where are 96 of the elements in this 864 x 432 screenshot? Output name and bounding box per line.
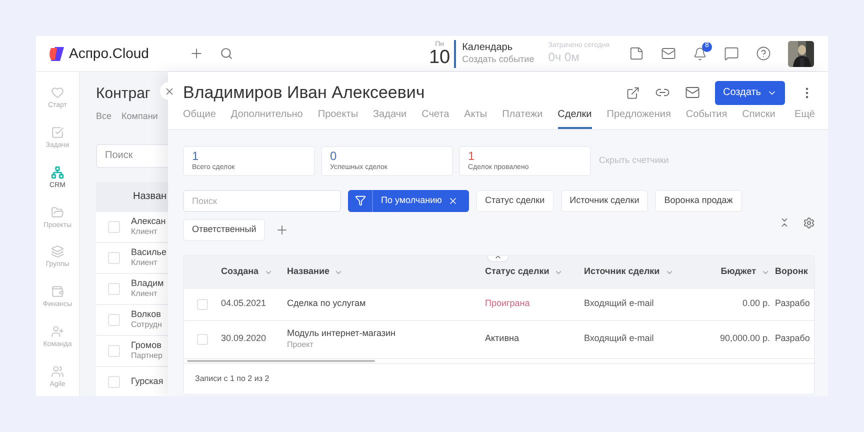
table-cell-text: Входящий e-mail bbox=[584, 297, 655, 310]
filter-button[interactable]: Статус сделки bbox=[476, 190, 554, 212]
card-tab[interactable]: События bbox=[686, 106, 728, 128]
row-checkbox[interactable] bbox=[108, 376, 120, 388]
row-checkbox[interactable] bbox=[108, 344, 120, 356]
table-cell-text: Входящий e-mail bbox=[584, 332, 655, 346]
counter-value: 1 bbox=[192, 148, 200, 164]
sidebar-item-icon bbox=[51, 324, 64, 338]
open-external-icon[interactable] bbox=[626, 86, 640, 100]
sidebar-item-icon bbox=[51, 364, 64, 378]
day-number: 10 bbox=[428, 48, 450, 66]
column-header[interactable]: Статус сделки bbox=[485, 265, 564, 279]
contact-name[interactable]: Волков bbox=[131, 308, 162, 320]
contact-type: Клиент bbox=[131, 289, 158, 300]
search-button[interactable] bbox=[220, 47, 233, 60]
table-cell-text: Разрабо bbox=[774, 332, 811, 346]
sidebar-item-icon bbox=[51, 285, 64, 298]
card-tab[interactable]: Общие bbox=[183, 106, 216, 128]
counter-value: 1 bbox=[468, 148, 476, 164]
contact-type: Клиент bbox=[131, 258, 158, 268]
add-button[interactable] bbox=[188, 46, 204, 61]
sidebar-item-icon bbox=[51, 166, 64, 179]
card-tab[interactable]: Задачи bbox=[373, 106, 407, 128]
table-cell-text: 0.00 р. bbox=[741, 297, 770, 310]
logo-text: Аспро.Cloud bbox=[69, 44, 149, 63]
create-event-link[interactable]: Создать событие bbox=[462, 54, 534, 66]
column-header[interactable]: Источник сделки bbox=[584, 265, 674, 279]
card-tab[interactable]: Платежи bbox=[502, 106, 543, 128]
table-cell-text: 30.09.2020 bbox=[221, 332, 268, 346]
scrollbar[interactable] bbox=[187, 360, 375, 362]
sidebar-item-icon bbox=[51, 245, 64, 258]
contact-name[interactable]: Гурская bbox=[131, 376, 164, 388]
row-checkbox[interactable] bbox=[108, 314, 120, 326]
card-tab[interactable]: Списки bbox=[742, 106, 776, 128]
table-cell-text: Разрабо bbox=[774, 297, 811, 310]
search-field[interactable]: Поиск bbox=[183, 190, 341, 212]
deal-status: Активна bbox=[485, 332, 520, 346]
row-checkbox[interactable] bbox=[197, 334, 208, 344]
contact-name[interactable]: Громов bbox=[131, 340, 162, 352]
clear-filter-icon bbox=[448, 196, 458, 206]
logo-icon bbox=[48, 46, 64, 60]
page-tab[interactable]: Все bbox=[96, 110, 112, 124]
create-button[interactable]: Создать bbox=[715, 80, 785, 105]
notes-icon[interactable] bbox=[629, 46, 644, 61]
row-checkbox[interactable] bbox=[108, 282, 120, 294]
sidebar-item-icon bbox=[51, 86, 64, 100]
counter-value: 0 bbox=[330, 148, 338, 164]
contact-name[interactable]: Василье bbox=[131, 246, 166, 258]
deal-name[interactable]: Сделка по услугам bbox=[287, 298, 485, 310]
deal-subtitle: Проект bbox=[287, 340, 314, 350]
filter-button[interactable]: Ответственный bbox=[183, 218, 266, 240]
contact-type: Партнер bbox=[131, 351, 162, 362]
mail-icon[interactable] bbox=[661, 46, 676, 61]
help-icon[interactable] bbox=[756, 46, 771, 61]
card-tab[interactable]: Дополнительно bbox=[230, 106, 303, 128]
contact-name[interactable]: Алексан bbox=[131, 216, 166, 228]
deal-name[interactable]: Модуль интернет-магазин bbox=[287, 328, 485, 340]
close-icon bbox=[164, 86, 174, 96]
contact-type: Клиент bbox=[131, 227, 158, 238]
contact-type: Сотрудн bbox=[131, 320, 162, 330]
row-checkbox[interactable] bbox=[108, 220, 120, 232]
filter-button[interactable]: Воронка продаж bbox=[655, 190, 742, 212]
settings-icon[interactable] bbox=[803, 216, 815, 228]
more-tab[interactable]: Ещё bbox=[794, 106, 815, 128]
calendar-title[interactable]: Календарь bbox=[462, 42, 534, 54]
page-tab[interactable]: Компани bbox=[122, 110, 158, 124]
filter-icon bbox=[354, 195, 366, 206]
add-filter-icon[interactable] bbox=[275, 222, 290, 236]
mail-icon[interactable] bbox=[685, 85, 700, 100]
sidebar-item-icon bbox=[51, 206, 64, 219]
column-header: Назван bbox=[133, 190, 167, 204]
page-title: Контраг bbox=[96, 84, 150, 104]
deal-status: Проиграна bbox=[485, 297, 531, 310]
records-count: Записи с 1 по 2 из 2 bbox=[195, 372, 270, 384]
filter-button[interactable]: Источник сделки bbox=[560, 190, 648, 212]
card-tab[interactable]: Акты bbox=[464, 106, 488, 128]
table-cell-text: 04.05.2021 bbox=[221, 297, 268, 310]
chat-icon[interactable] bbox=[724, 46, 739, 61]
card-tab[interactable]: Предложения bbox=[606, 106, 671, 128]
sidebar-item-icon bbox=[51, 126, 64, 140]
contact-name[interactable]: Владим bbox=[131, 278, 164, 290]
collapse-icon[interactable] bbox=[779, 217, 790, 228]
table-cell-text: 90,000.00 р. bbox=[718, 332, 770, 346]
row-checkbox[interactable] bbox=[197, 298, 208, 310]
column-header[interactable]: Название bbox=[287, 265, 344, 279]
row-checkbox[interactable] bbox=[108, 252, 120, 264]
time-spent-value: 0ч 0м bbox=[548, 50, 580, 66]
card-tab[interactable]: Счета bbox=[422, 106, 450, 128]
bell-icon[interactable] bbox=[693, 46, 707, 60]
card-title: Владимиров Иван Алексеевич bbox=[183, 82, 425, 104]
column-header[interactable]: Воронк bbox=[775, 265, 808, 279]
column-header[interactable]: Бюджет bbox=[720, 265, 770, 279]
search-field[interactable]: Поиск bbox=[96, 144, 168, 168]
default-filter-button[interactable]: По умолчанию bbox=[348, 190, 469, 212]
column-header[interactable]: Создана bbox=[221, 265, 273, 279]
card-tab[interactable]: Проекты bbox=[318, 106, 358, 128]
